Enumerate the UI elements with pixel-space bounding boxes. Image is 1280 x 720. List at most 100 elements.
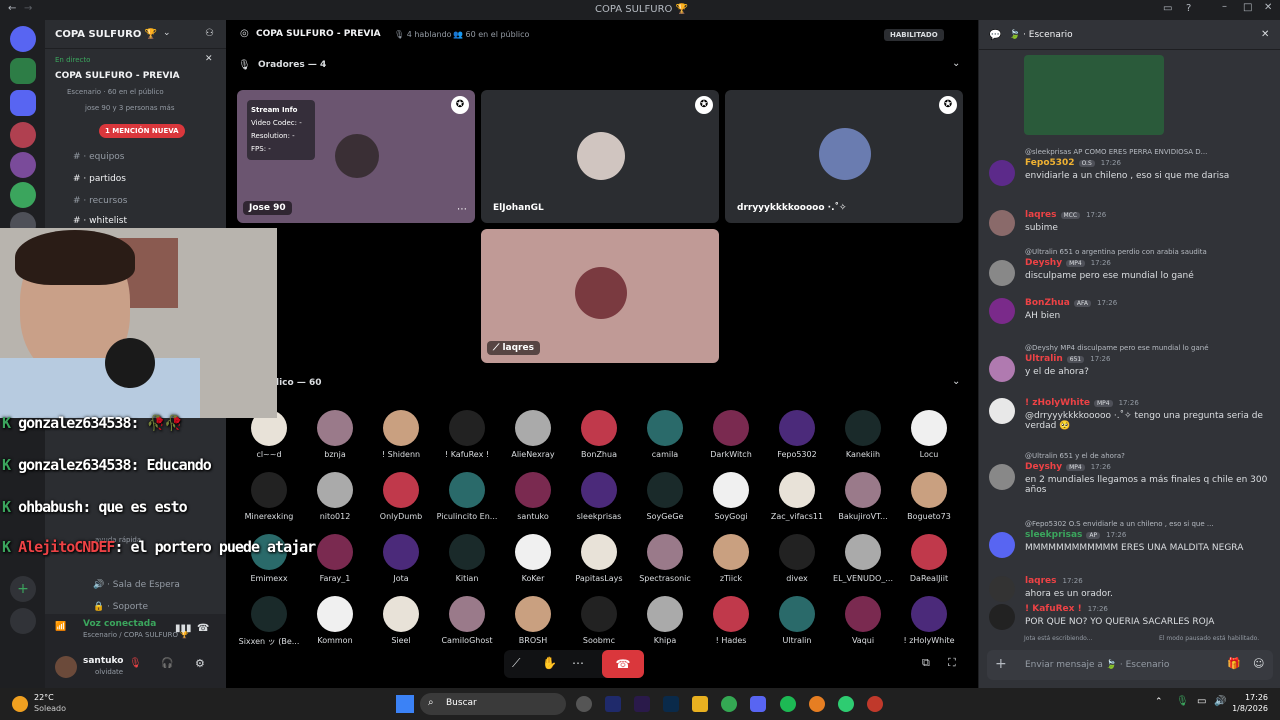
audience-member[interactable]: Kitian xyxy=(434,534,500,583)
speaker-tile[interactable]: ⟋ laqres xyxy=(481,229,719,363)
discord-icon[interactable] xyxy=(750,696,766,712)
gear-icon[interactable]: ⚙ xyxy=(195,657,205,670)
audience-member[interactable]: Jota xyxy=(368,534,434,583)
forward-icon[interactable]: → xyxy=(24,3,32,14)
message-author[interactable]: Ultralin xyxy=(1025,354,1063,364)
back-icon[interactable]: ← xyxy=(8,3,16,14)
add-server-icon[interactable]: + xyxy=(10,576,36,602)
chevron-down-icon[interactable]: ⌄ xyxy=(163,28,171,38)
audience-member[interactable]: nito012 xyxy=(302,472,368,521)
audience-header[interactable]: lico — 60 xyxy=(276,378,321,388)
volume-icon[interactable]: 🔊 xyxy=(1214,696,1226,707)
clock-time[interactable]: 17:26 xyxy=(1236,693,1268,702)
audience-member[interactable]: ! zHolyWhite xyxy=(896,596,962,645)
chevron-down-icon[interactable]: ⌄ xyxy=(952,58,960,69)
message-input[interactable]: Enviar mensaje a 🍃 · Escenario xyxy=(1025,660,1169,670)
audience-member[interactable]: BonZhua xyxy=(566,410,632,459)
audience-member[interactable]: ! KafuRex ! xyxy=(434,410,500,459)
headphones-icon[interactable]: 🎧 xyxy=(161,658,173,669)
avatar[interactable] xyxy=(989,464,1015,490)
audience-member[interactable]: Ultralin xyxy=(764,596,830,645)
chevron-down-icon[interactable]: ⌄ xyxy=(952,376,960,387)
audience-member[interactable]: BakujiroVT... xyxy=(830,472,896,521)
audience-member[interactable]: sleekprisas xyxy=(566,472,632,521)
invite-icon[interactable]: ⚇ xyxy=(205,28,214,39)
chat-message[interactable]: laqres MCC 17:26 subime xyxy=(989,210,1274,236)
app-icon[interactable] xyxy=(576,696,592,712)
message-author[interactable]: Deyshy xyxy=(1025,462,1062,472)
speakers-header[interactable]: Oradores — 4 xyxy=(258,60,326,70)
reply-preview[interactable]: @Ultralin 651 o argentina perdio con ara… xyxy=(1025,248,1274,256)
message-author[interactable]: Deyshy xyxy=(1025,258,1062,268)
audience-member[interactable]: Piculincito En... xyxy=(434,472,500,521)
audience-member[interactable]: divex xyxy=(764,534,830,583)
chevron-up-icon[interactable]: ⌃ xyxy=(1155,697,1163,707)
microphone-icon[interactable]: 🎙 xyxy=(1176,696,1189,707)
server-icon[interactable] xyxy=(10,182,36,208)
chat-message[interactable]: @Ultralin 651 o argentina perdio con ara… xyxy=(989,248,1274,286)
avatar[interactable] xyxy=(989,576,1015,602)
reply-preview[interactable]: @Fepo5302 O.S envidiarle a un chileno , … xyxy=(1025,520,1274,528)
maximize-icon[interactable]: □ xyxy=(1243,2,1252,13)
audience-member[interactable]: Khipa xyxy=(632,596,698,645)
server-icon[interactable] xyxy=(10,90,36,116)
chat-message[interactable]: @Deyshy MP4 disculpame pero ese mundial … xyxy=(989,344,1274,382)
fullscreen-icon[interactable]: ⛶ xyxy=(948,656,956,670)
avatar[interactable] xyxy=(989,160,1015,186)
avatar[interactable] xyxy=(989,210,1015,236)
audience-member[interactable]: bznja xyxy=(302,410,368,459)
app-icon[interactable] xyxy=(809,696,825,712)
chat-message[interactable]: @Fepo5302 O.S envidiarle a un chileno , … xyxy=(989,520,1274,558)
avatar[interactable] xyxy=(989,532,1015,558)
audience-member[interactable]: Kommon xyxy=(302,596,368,645)
chat-message[interactable]: BonZhua AFA 17:26 AH bien xyxy=(989,298,1274,324)
audience-member[interactable]: Fepo5302 xyxy=(764,410,830,459)
audience-member[interactable]: SoyGogi xyxy=(698,472,764,521)
message-author[interactable]: laqres xyxy=(1025,576,1057,586)
new-mention-pill[interactable]: 1 MENCIÓN NUEVA xyxy=(99,124,185,138)
close-icon[interactable]: ✕ xyxy=(1261,29,1269,40)
audience-member[interactable]: Vaqui xyxy=(830,596,896,645)
audience-member[interactable]: AlieNexray xyxy=(500,410,566,459)
audience-member[interactable]: camila xyxy=(632,410,698,459)
audience-member[interactable]: OnlyDumb xyxy=(368,472,434,521)
audience-member[interactable]: ! Hades xyxy=(698,596,764,645)
audience-member[interactable]: Kanekiih xyxy=(830,410,896,459)
close-icon[interactable]: ✕ xyxy=(205,54,213,64)
discord-home-icon[interactable] xyxy=(10,26,36,52)
server-icon[interactable] xyxy=(10,152,36,178)
audience-member[interactable]: Zac_vifacs11 xyxy=(764,472,830,521)
avatar[interactable] xyxy=(989,398,1015,424)
chat-message[interactable]: ! zHolyWhite MP4 17:26 @drryyykkkkooooo ·.˚… xyxy=(989,398,1274,431)
audience-member[interactable]: Minerexking xyxy=(236,472,302,521)
popout-icon[interactable]: ⧉ xyxy=(922,656,930,670)
message-input-box[interactable]: + Enviar mensaje a 🍃 · Escenario 🎁 ☺ xyxy=(987,650,1273,680)
message-author[interactable]: laqres xyxy=(1025,210,1057,220)
audience-member[interactable]: SoyGeGe xyxy=(632,472,698,521)
channel-whitelist[interactable]: # · whitelist xyxy=(73,216,127,226)
inbox-icon[interactable]: ▭ xyxy=(1163,3,1172,14)
speaker-tile[interactable]: ✪ drryyykkkkooooo ·.˚✧ xyxy=(725,90,963,223)
after-effects-icon[interactable] xyxy=(605,696,621,712)
audience-member[interactable]: Spectrasonic xyxy=(632,534,698,583)
chat-message[interactable]: ! KafuRex ! 17:26 POR QUE NO? YO QUERIA SA… xyxy=(989,604,1274,630)
leave-stage-button[interactable]: ☎ xyxy=(602,650,644,678)
weather-desc[interactable]: Soleado xyxy=(34,704,66,713)
server-icon[interactable] xyxy=(10,58,36,84)
audience-member[interactable]: CamiloGhost xyxy=(434,596,500,645)
reply-preview[interactable]: @sleekprisas AP COMO ERES PERRA ENVIDIOS… xyxy=(1025,148,1274,156)
disconnect-icon[interactable]: ☎ xyxy=(197,623,209,634)
discover-icon[interactable] xyxy=(10,608,36,634)
server-icon[interactable] xyxy=(10,122,36,148)
close-window-icon[interactable]: ✕ xyxy=(1264,2,1272,13)
message-author[interactable]: sleekprisas xyxy=(1025,530,1082,540)
audience-member[interactable]: Sixxen ッ (Be... xyxy=(236,596,302,647)
chrome-icon[interactable] xyxy=(721,696,737,712)
audience-member[interactable]: DarkWitch xyxy=(698,410,764,459)
network-icon[interactable]: ▭ xyxy=(1197,696,1206,707)
avatar[interactable] xyxy=(989,298,1015,324)
live-title[interactable]: COPA SULFURO - PREVIA xyxy=(55,71,180,81)
premiere-icon[interactable] xyxy=(634,696,650,712)
chat-message[interactable]: laqres 17:26 ahora es un orador. xyxy=(989,576,1274,602)
audience-member[interactable]: santuko xyxy=(500,472,566,521)
